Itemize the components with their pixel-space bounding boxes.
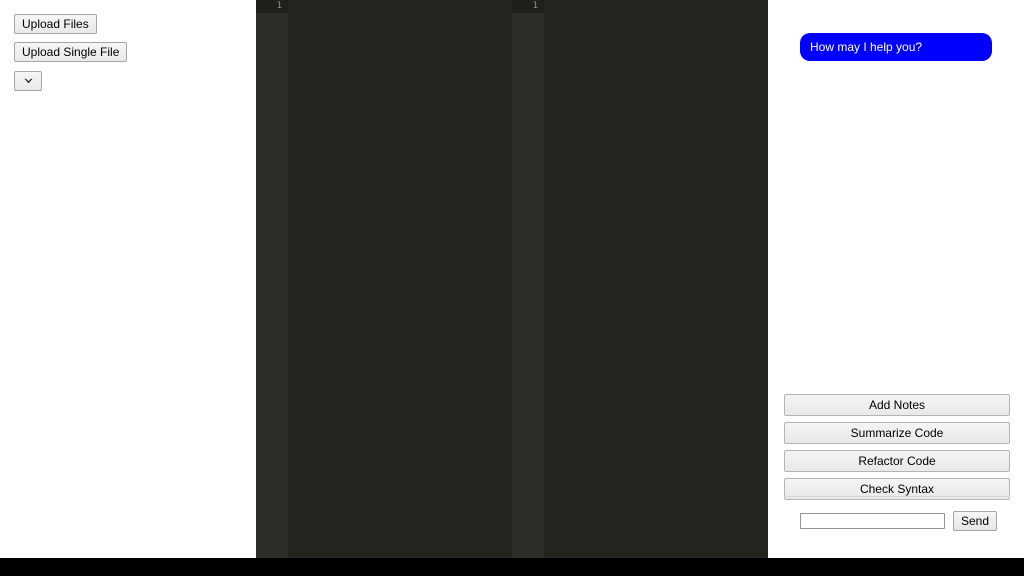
chat-divider xyxy=(784,496,1010,497)
file-select[interactable] xyxy=(14,71,42,91)
chat-panel: How may I help you? Add Notes Summarize … xyxy=(768,0,1024,558)
chevron-down-icon xyxy=(15,72,41,90)
chat-input-row: Send xyxy=(800,511,1010,531)
code-editor-right[interactable]: 1 xyxy=(512,0,768,558)
editor-gutter-right xyxy=(512,0,544,558)
sidebar: Upload Files Upload Single File xyxy=(0,0,256,558)
chat-action-buttons: Add Notes Summarize Code Refactor Code C… xyxy=(784,394,1010,506)
refactor-code-button[interactable]: Refactor Code xyxy=(784,450,1010,472)
upload-single-file-button[interactable]: Upload Single File xyxy=(14,42,128,62)
send-button[interactable]: Send xyxy=(953,511,998,531)
editor-line-number: 1 xyxy=(276,1,282,11)
editor-content-right[interactable] xyxy=(544,0,768,558)
upload-files-button[interactable]: Upload Files xyxy=(14,14,97,34)
summarize-code-button[interactable]: Summarize Code xyxy=(784,422,1010,444)
upload-single-file-row: Upload Single File xyxy=(14,42,256,71)
add-notes-button[interactable]: Add Notes xyxy=(784,394,1010,416)
editor-gutter-left xyxy=(256,0,288,558)
app-root: Upload Files Upload Single File 1 1 How … xyxy=(0,0,1024,576)
editor-line-number: 1 xyxy=(532,1,538,11)
code-editor-left[interactable]: 1 xyxy=(256,0,512,558)
chat-input[interactable] xyxy=(800,513,945,529)
bottom-bar xyxy=(0,558,1024,576)
upload-files-row: Upload Files xyxy=(14,14,256,42)
editor-content-left[interactable] xyxy=(288,0,512,558)
chat-message-assistant: How may I help you? xyxy=(800,33,992,61)
chat-message-list: How may I help you? xyxy=(768,0,1024,380)
file-select-row xyxy=(14,71,256,91)
